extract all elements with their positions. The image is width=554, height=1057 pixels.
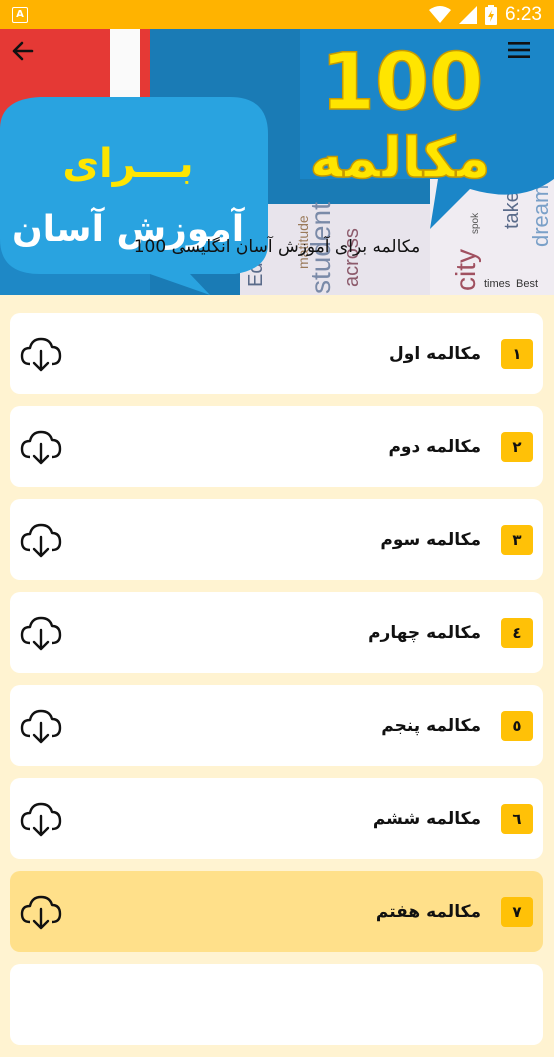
banner-word: مکالمه — [310, 126, 491, 191]
number-badge: ٥ — [501, 710, 533, 741]
list-item-title: مکالمه اول — [389, 343, 481, 364]
cloud-download-icon[interactable] — [20, 706, 62, 746]
number-badge: ٤ — [501, 617, 533, 648]
number-badge: ٣ — [501, 524, 533, 555]
conversation-list: مکالمه اول ١ مکالمه دوم ٢ مکالمه سوم ٣ م… — [10, 313, 543, 1057]
arrow-left-icon — [12, 41, 34, 61]
collage-word: take — [501, 191, 523, 229]
list-item[interactable]: مکالمه سوم ٣ — [10, 499, 543, 580]
list-item[interactable]: مکالمه اول ١ — [10, 313, 543, 394]
list-item-selected[interactable]: مکالمه هفتم ٧ — [10, 871, 543, 952]
cloud-download-icon[interactable] — [20, 520, 62, 560]
list-item-title: مکالمه ششم — [372, 808, 481, 829]
number-badge: ٧ — [501, 896, 533, 927]
banner-caption: مکالمه برای آموزش آسان انگلیسی 100 — [133, 237, 421, 257]
bubble-line-1: بـــرای — [62, 141, 193, 187]
list-item-title: مکالمه دوم — [388, 436, 481, 457]
number-badge: ٦ — [501, 803, 533, 834]
number-badge: ٢ — [501, 431, 533, 462]
back-button[interactable] — [12, 41, 48, 71]
status-bar: A 6:23 — [0, 0, 554, 29]
list-item-title: مکالمه پنجم — [381, 715, 481, 736]
cloud-download-icon[interactable] — [20, 334, 62, 374]
list-item[interactable]: مکالمه پنجم ٥ — [10, 685, 543, 766]
status-time: 6:23 — [505, 3, 542, 25]
header-banner: Education student across take dreams tim… — [0, 29, 554, 295]
collage-word: times — [484, 278, 511, 290]
cloud-download-icon[interactable] — [20, 613, 62, 653]
signal-icon — [459, 5, 478, 24]
cloud-download-icon[interactable] — [20, 892, 62, 932]
list-item[interactable]: مکالمه ششم ٦ — [10, 778, 543, 859]
list-item[interactable]: مکالمه چهارم ٤ — [10, 592, 543, 673]
banner-number: 100 — [321, 38, 484, 128]
list-item-title: مکالمه چهارم — [368, 622, 481, 643]
cloud-download-icon[interactable] — [20, 799, 62, 839]
list-item-title: مکالمه سوم — [380, 529, 481, 550]
number-badge: ١ — [501, 338, 533, 369]
list-item[interactable]: مکالمه دوم ٢ — [10, 406, 543, 487]
wifi-icon — [429, 5, 452, 23]
list-item-partial[interactable] — [10, 964, 543, 1045]
collage-word: spok — [470, 212, 481, 234]
list-item-title: مکالمه هفتم — [375, 901, 481, 922]
battery-charging-icon — [485, 4, 498, 25]
collage-word: Best — [516, 278, 538, 290]
notification-icon: A — [12, 6, 28, 23]
hamburger-menu-icon — [508, 42, 530, 58]
menu-button[interactable] — [508, 41, 544, 71]
status-icons: 6:23 — [429, 4, 542, 26]
cloud-download-icon[interactable] — [20, 427, 62, 467]
